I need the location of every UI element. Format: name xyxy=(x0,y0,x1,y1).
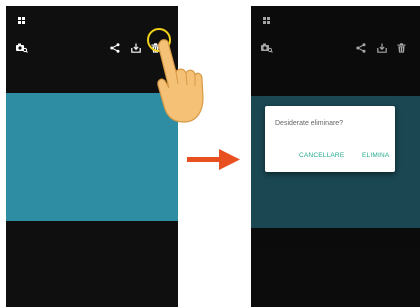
phone-screen-before xyxy=(6,6,178,307)
dialog-message: Desiderate eliminare? xyxy=(275,120,344,127)
pointing-hand-icon xyxy=(154,38,206,131)
camera-search-icon[interactable] xyxy=(16,40,28,58)
arrow-right-icon xyxy=(187,148,243,175)
cancel-button[interactable]: CANCELLARE xyxy=(299,152,344,159)
delete-button[interactable]: ELIMINA xyxy=(362,152,389,159)
grid-icon[interactable] xyxy=(18,17,25,24)
share-icon[interactable] xyxy=(110,40,120,58)
delete-confirm-dialog: Desiderate eliminare? CANCELLARE ELIMINA xyxy=(265,106,395,172)
photo xyxy=(6,93,178,221)
download-icon[interactable] xyxy=(131,40,141,58)
